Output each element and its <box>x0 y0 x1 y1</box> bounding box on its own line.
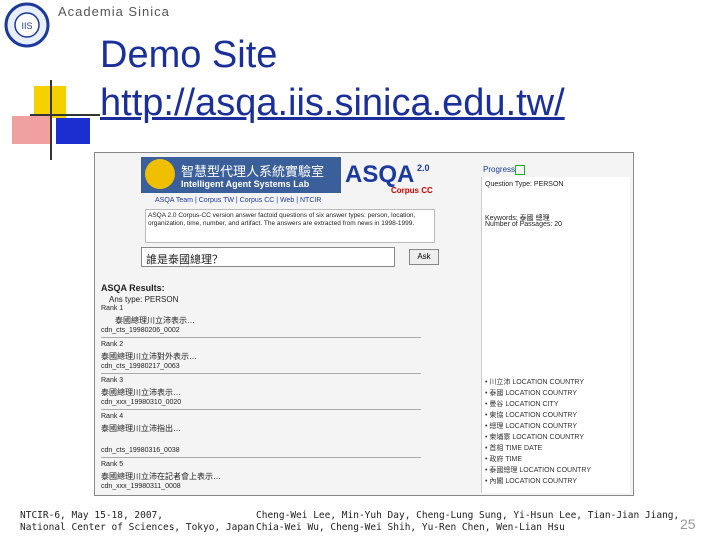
answer-list-item[interactable]: • 曼谷 LOCATION CITY <box>485 399 559 409</box>
authors-line-1: Cheng-Wei Lee, Min-Yuh Day, Cheng-Lung S… <box>256 510 680 521</box>
question-text: 誰是泰國總理？ <box>146 254 223 266</box>
answer-list-item[interactable]: • 內閣 LOCATION COUNTRY <box>485 476 577 486</box>
answer-list-item[interactable]: • 泰國 LOCATION COUNTRY <box>485 388 577 398</box>
result-id: cdn_cts_19980316_0038 <box>101 447 180 454</box>
answer-list-item[interactable]: • 泰國總理 LOCATION COUNTRY <box>485 465 591 475</box>
result-id: cdn_xxx_19980311_0008 <box>101 483 181 490</box>
result-text: 泰國總理川立沛表示… <box>101 388 181 397</box>
nav-links[interactable]: ASQA Team | Corpus TW | Corpus CC | Web … <box>155 197 321 204</box>
intro-text: ASQA 2.0 Corpus-CC version answer factoi… <box>148 212 416 227</box>
asqa-website-screenshot: 智慧型代理人系統實驗室 Intelligent Agent Systems La… <box>94 152 634 496</box>
result-divider <box>101 337 421 338</box>
lab-name-en: Intelligent Agent Systems Lab <box>181 179 310 189</box>
decor-line-horizontal <box>30 114 100 116</box>
passages-label: Number of Passages: 20 <box>485 221 563 228</box>
result-rank: Rank 3 <box>101 377 124 384</box>
organization-name: Academia Sinica <box>58 4 170 19</box>
progress-checkbox-icon[interactable] <box>515 165 525 175</box>
question-input[interactable]: 誰是泰國總理？ <box>141 247 395 267</box>
authors-line-2: Chia-Wei Wu, Cheng-Wei Shih, Yu-Ren Chen… <box>256 522 565 533</box>
result-rank: Rank 2 <box>101 341 124 348</box>
result-divider <box>101 409 421 410</box>
authors: Cheng-Wei Lee, Min-Yuh Day, Cheng-Lung S… <box>256 510 679 534</box>
decor-line-vertical <box>50 80 52 160</box>
results-label: ASQA Results: <box>101 283 165 293</box>
progress-label: Progress <box>483 165 516 174</box>
result-text: 泰國總理川立沛在記者會上表示… <box>101 472 221 481</box>
result-divider <box>101 373 421 374</box>
result-id: cdn_cts_19980206_0002 <box>101 327 180 334</box>
ask-button[interactable]: Ask <box>409 249 439 265</box>
result-text: 泰國總理川立沛對外表示… <box>101 352 197 361</box>
result-id: cdn_cts_19980217_0063 <box>101 363 180 370</box>
asqa-brand: ASQA <box>345 161 415 188</box>
svg-text:IIS: IIS <box>21 21 32 31</box>
corpus-label: Corpus CC <box>391 186 433 195</box>
answer-list-item[interactable]: • 首相 TIME DATE <box>485 443 542 453</box>
result-text: 泰國總理川立沛指出… <box>101 424 181 433</box>
event-line-1: NTCIR-6, May 15-18, 2007, <box>20 510 163 521</box>
answer-list-item[interactable]: • 政府 TIME <box>485 454 522 464</box>
academia-sinica-logo: IIS <box>2 2 52 48</box>
result-divider <box>101 457 421 458</box>
event-info: NTCIR-6, May 15-18, 2007, National Cente… <box>20 510 255 534</box>
result-rank: Rank 1 <box>101 305 124 312</box>
decor-square-red <box>12 116 50 144</box>
result-rank: Rank 4 <box>101 413 124 420</box>
event-line-2: National Center of Sciences, Tokyo, Japa… <box>20 522 255 533</box>
decor-square-blue <box>56 118 90 144</box>
lab-logo-icon <box>145 159 175 189</box>
lab-name-cn: 智慧型代理人系統實驗室 <box>181 164 325 179</box>
result-id: cdn_xxx_19980310_0020 <box>101 399 182 406</box>
demo-site-link[interactable]: http://asqa.iis.sinica.edu.tw/ <box>100 82 565 125</box>
intro-box: ASQA 2.0 Corpus-CC version answer factoi… <box>145 209 435 243</box>
asqa-version: 2.0 <box>417 163 430 173</box>
result-rank: Rank 5 <box>101 461 124 468</box>
page-number: 25 <box>680 516 696 532</box>
answer-list-item[interactable]: • 東協 LOCATION COUNTRY <box>485 410 577 420</box>
result-text: 泰國總理川立沛表示… <box>115 316 195 325</box>
question-type-panel: Question Type: PERSON <box>485 181 564 188</box>
answer-type: Ans type: PERSON <box>109 295 179 304</box>
answer-list-item[interactable]: • 總理 LOCATION COUNTRY <box>485 421 577 431</box>
answer-list-item[interactable]: • 川立沛 LOCATION COUNTRY <box>485 377 584 387</box>
answer-list-item[interactable]: • 柬埔寨 LOCATION COUNTRY <box>485 432 584 442</box>
slide-title: Demo Site <box>100 34 278 76</box>
